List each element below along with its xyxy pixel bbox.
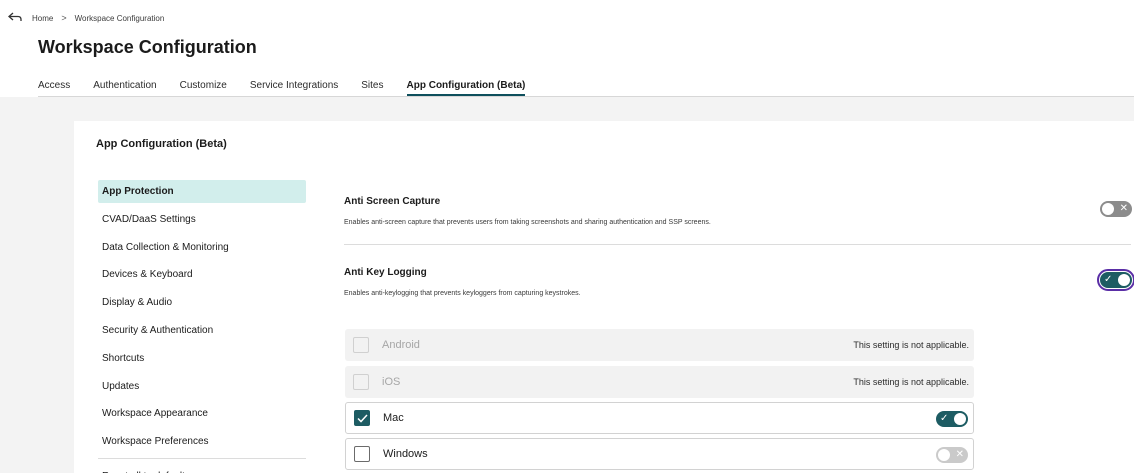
sidebar-item-workspace-appearance[interactable]: Workspace Appearance: [98, 402, 306, 425]
setting-description: Enables anti-screen capture that prevent…: [344, 219, 711, 226]
sidebar-item-workspace-preferences[interactable]: Workspace Preferences: [98, 430, 306, 453]
card-title: App Configuration (Beta): [96, 138, 227, 150]
sidebar-item-security-authentication[interactable]: Security & Authentication: [98, 319, 306, 342]
not-applicable-note: This setting is not applicable.: [853, 377, 969, 387]
x-icon: ✕: [955, 449, 964, 460]
app-configuration-card: App Configuration (Beta) App Protection …: [74, 121, 1134, 473]
sidebar-item-data-collection[interactable]: Data Collection & Monitoring: [98, 236, 306, 259]
breadcrumb-separator: >: [61, 13, 67, 23]
tab-bar: Access Authentication Customize Service …: [38, 80, 548, 96]
page-title: Workspace Configuration: [38, 37, 257, 57]
anti-key-logging-toggle[interactable]: ✓: [1097, 269, 1134, 291]
mac-checkbox[interactable]: [354, 410, 370, 426]
anti-key-logging-setting: Anti Key Logging Enables anti-keylogging…: [344, 267, 581, 297]
anti-screen-capture-toggle[interactable]: ✕: [1100, 201, 1132, 217]
breadcrumb: Home > Workspace Configuration: [8, 12, 164, 24]
toggle-knob: [954, 413, 966, 425]
tab-service-integrations[interactable]: Service Integrations: [250, 80, 338, 96]
ios-checkbox[interactable]: [353, 374, 369, 390]
checkmark-icon: ✓: [940, 413, 949, 424]
toggle-knob: [1118, 274, 1130, 286]
android-checkbox[interactable]: [353, 337, 369, 353]
platform-label: Mac: [383, 412, 404, 424]
checkmark-icon: [356, 413, 368, 423]
anti-screen-capture-setting: Anti Screen Capture Enables anti-screen …: [344, 196, 711, 226]
not-applicable-note: This setting is not applicable.: [853, 340, 969, 350]
mac-toggle[interactable]: ✓: [936, 411, 968, 427]
setting-title: Anti Screen Capture: [344, 196, 441, 207]
sidebar-item-devices-keyboard[interactable]: Devices & Keyboard: [98, 263, 306, 286]
reset-all-button[interactable]: Reset all to default: [98, 465, 306, 473]
section-divider: [344, 244, 1131, 245]
toggle-knob: [938, 449, 950, 461]
breadcrumb-current: Workspace Configuration: [74, 13, 165, 23]
platform-label: Android: [382, 339, 420, 351]
sidebar-item-shortcuts[interactable]: Shortcuts: [98, 347, 306, 370]
tab-app-configuration[interactable]: App Configuration (Beta): [406, 80, 525, 96]
toggle-knob: [1102, 203, 1114, 215]
windows-checkbox[interactable]: [354, 446, 370, 462]
platform-label: Windows: [383, 448, 428, 460]
windows-toggle[interactable]: ✕: [936, 447, 968, 463]
sidebar-item-display-audio[interactable]: Display & Audio: [98, 291, 306, 314]
tab-customize[interactable]: Customize: [180, 80, 227, 96]
tab-access[interactable]: Access: [38, 80, 70, 96]
sidebar-item-cvad-daas-settings[interactable]: CVAD/DaaS Settings: [98, 208, 306, 231]
tab-sites[interactable]: Sites: [361, 80, 383, 96]
settings-side-nav: App Protection CVAD/DaaS Settings Data C…: [98, 180, 306, 473]
back-arrow-icon[interactable]: [8, 12, 24, 24]
sidebar-divider: [98, 457, 306, 459]
sidebar-item-updates[interactable]: Updates: [98, 375, 306, 398]
tab-authentication[interactable]: Authentication: [93, 80, 156, 96]
sidebar-item-app-protection[interactable]: App Protection: [98, 180, 306, 203]
platform-row-ios: iOS This setting is not applicable.: [345, 366, 974, 398]
platform-row-mac: Mac ✓: [345, 402, 974, 434]
platform-row-windows: Windows ✕: [345, 438, 974, 470]
checkmark-icon: ✓: [1104, 274, 1113, 285]
setting-description: Enables anti-keylogging that prevents ke…: [344, 290, 581, 297]
platform-label: iOS: [382, 376, 401, 388]
x-icon: ✕: [1119, 203, 1128, 214]
breadcrumb-home-link[interactable]: Home: [32, 14, 53, 23]
setting-title: Anti Key Logging: [344, 267, 427, 278]
platform-row-android: Android This setting is not applicable.: [345, 329, 974, 361]
